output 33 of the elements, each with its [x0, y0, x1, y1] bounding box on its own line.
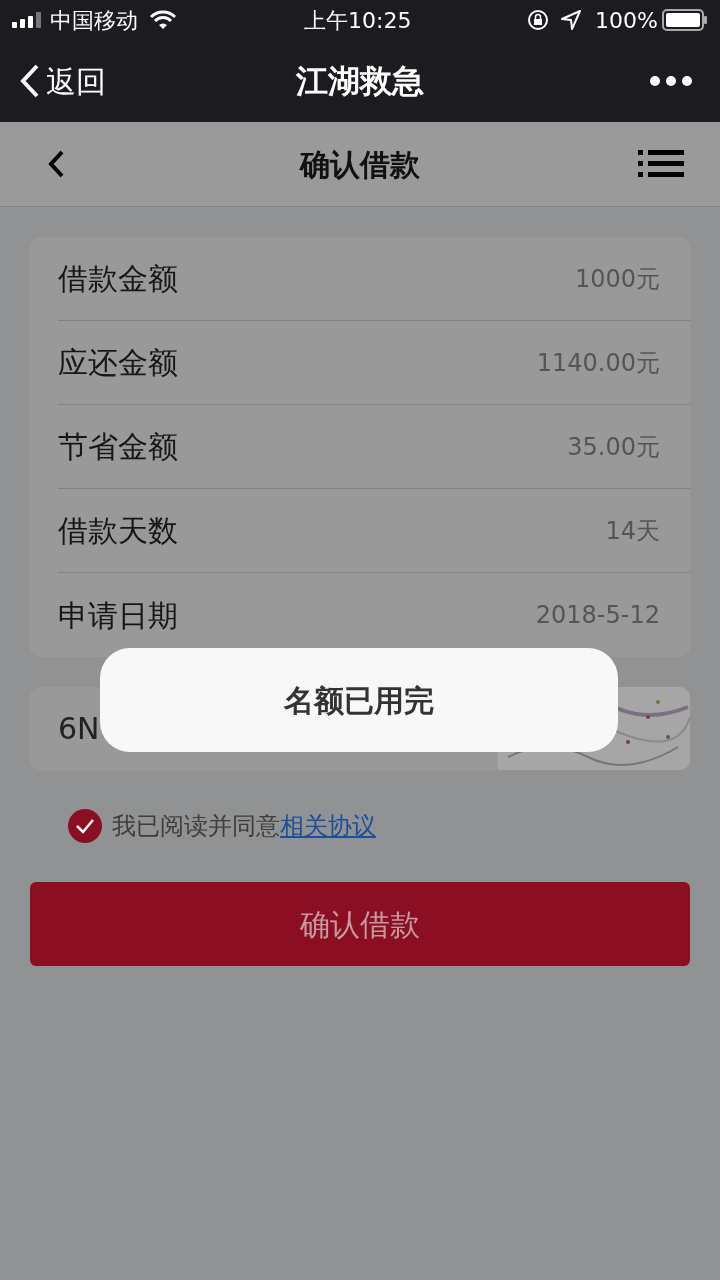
check-icon [75, 818, 95, 834]
page-title: 确认借款 [300, 145, 420, 184]
carrier-name: 中国移动 [50, 6, 138, 35]
detail-label: 节省金额 [58, 428, 178, 466]
detail-value: 2018-5-12 [535, 600, 660, 631]
signal-icon [12, 12, 44, 28]
chevron-left-icon [46, 149, 66, 179]
toast: 名额已用完 [100, 648, 618, 752]
menu-button[interactable] [638, 150, 684, 178]
detail-label: 应还金额 [58, 344, 178, 382]
agreement-text: 我已阅读并同意 [112, 811, 280, 842]
status-time: 上午10:25 [304, 6, 413, 35]
detail-value: 1140.00元 [536, 347, 660, 379]
nav-title: 江湖救急 [296, 61, 424, 102]
detail-value: 14天 [605, 515, 660, 547]
back-button[interactable]: 返回 [20, 58, 106, 104]
back-button[interactable] [46, 149, 66, 179]
more-button[interactable] [650, 76, 692, 86]
detail-label: 借款天数 [58, 512, 178, 550]
detail-label: 借款金额 [58, 260, 178, 298]
detail-value: 35.00元 [567, 431, 660, 463]
rotation-lock-icon [527, 9, 550, 31]
menu-icon [638, 150, 684, 178]
detail-value: 1000元 [574, 263, 660, 295]
confirm-button[interactable]: 确认借款 [30, 882, 690, 966]
detail-label: 申请日期 [58, 596, 178, 635]
chevron-left-icon [20, 64, 40, 98]
location-arrow-icon [561, 10, 582, 30]
agreement-link[interactable]: 相关协议 [280, 808, 376, 844]
battery-icon [662, 9, 708, 31]
battery-percent: 100% [595, 6, 658, 35]
wifi-icon [150, 10, 176, 30]
agree-checkbox[interactable] [68, 809, 102, 843]
